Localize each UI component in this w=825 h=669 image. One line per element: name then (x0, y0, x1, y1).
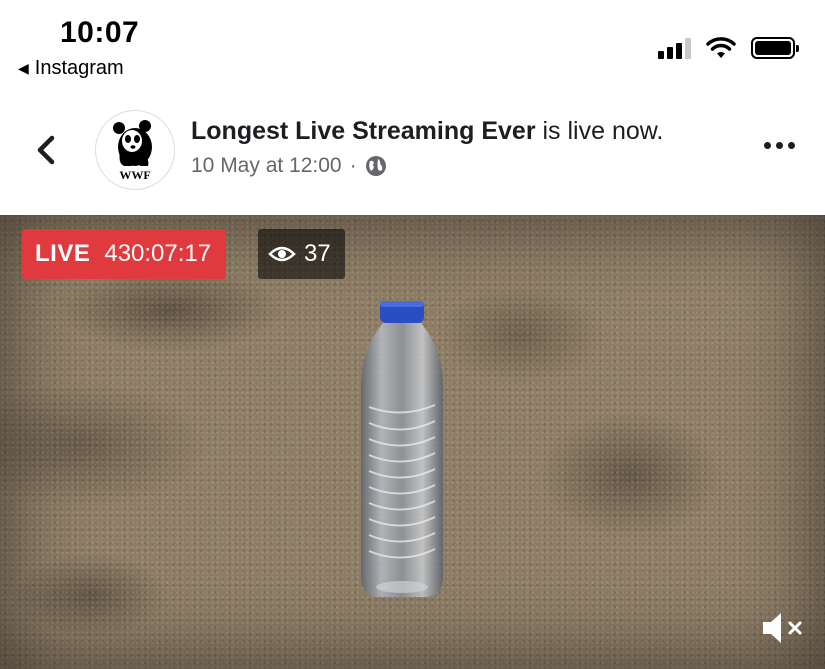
live-video-player[interactable]: LIVE 430:07:17 37 (0, 215, 825, 669)
back-triangle-icon: ◀ (18, 60, 29, 76)
post-meta: 10 May at 12:00 · (191, 154, 387, 178)
back-app-label: Instagram (34, 57, 124, 79)
live-status-text: is live now. (535, 117, 664, 145)
live-badge: LIVE 430:07:17 (22, 229, 227, 279)
post-date[interactable]: 10 May at 12:00 (191, 154, 342, 178)
post-title: Longest Live Streaming Ever is live now. (191, 117, 663, 146)
status-bar: 10:07 ◀ Instagram (0, 0, 825, 92)
page-name-link[interactable]: Longest Live Streaming Ever (191, 117, 536, 145)
page-avatar[interactable]: WWF (95, 110, 175, 190)
live-label: LIVE (35, 240, 91, 267)
avatar-label: WWF (119, 168, 150, 182)
post-header: WWF Longest Live Streaming Ever is live … (0, 92, 825, 215)
viewer-count-badge: 37 (258, 229, 345, 279)
live-duration: 430:07:17 (104, 240, 212, 267)
back-chevron-icon[interactable] (30, 128, 66, 172)
more-options-button[interactable] (764, 142, 795, 149)
eye-icon (268, 246, 296, 262)
viewer-count: 37 (304, 240, 331, 267)
back-to-app-button[interactable]: ◀ Instagram (18, 57, 124, 80)
battery-icon (751, 37, 799, 59)
meta-separator: · (349, 154, 357, 177)
speaker-muted-icon[interactable] (759, 609, 809, 647)
wwf-panda-logo: WWF (113, 120, 152, 182)
wifi-icon (706, 37, 736, 58)
status-time: 10:07 (60, 16, 140, 49)
cellular-signal-icon (658, 37, 691, 59)
video-vignette (0, 215, 825, 669)
globe-icon (365, 156, 386, 176)
status-icons (658, 36, 799, 60)
